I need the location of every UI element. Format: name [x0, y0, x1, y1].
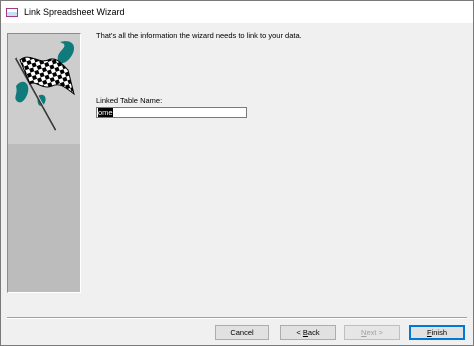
finish-button[interactable]: Finish: [409, 325, 465, 340]
next-button-rest: ext >: [366, 328, 383, 337]
cancel-button-label: Cancel: [230, 328, 254, 337]
completion-message: That's all the information the wizard ne…: [96, 31, 302, 40]
wizard-window: Link Spreadsheet Wizard That's all the i…: [0, 0, 474, 346]
back-button-rest: ack: [307, 328, 320, 337]
title-bar[interactable]: Link Spreadsheet Wizard: [1, 1, 473, 23]
button-separator: [7, 317, 467, 319]
wizard-art-panel: [7, 33, 81, 293]
access-app-icon: [6, 7, 18, 17]
checkered-flag-icon: [14, 41, 75, 131]
linked-table-name-value: ome: [98, 108, 113, 117]
finish-button-rest: inish: [431, 328, 448, 337]
linked-table-name-input[interactable]: ome: [96, 107, 247, 118]
next-button[interactable]: Next >: [344, 325, 400, 340]
wizard-content: That's all the information the wizard ne…: [96, 31, 463, 40]
linked-table-name-label: Linked Table Name:: [96, 96, 163, 105]
back-button[interactable]: < Back: [280, 325, 336, 340]
cancel-button[interactable]: Cancel: [215, 325, 269, 340]
wizard-art-box: [8, 34, 80, 144]
window-title: Link Spreadsheet Wizard: [24, 7, 125, 17]
